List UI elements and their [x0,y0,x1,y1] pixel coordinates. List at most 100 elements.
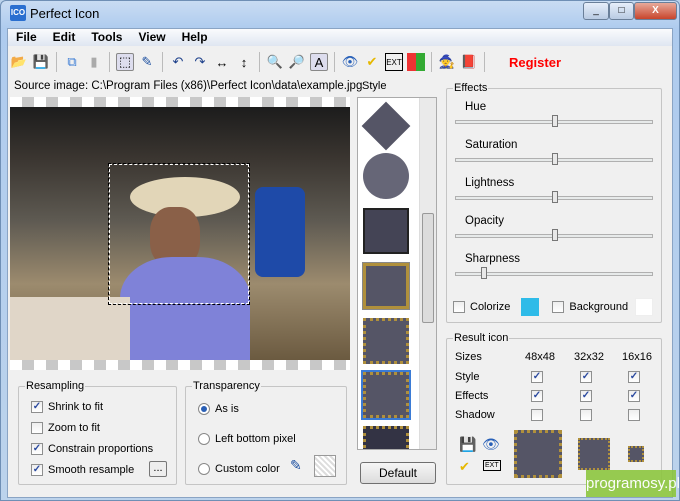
rotate-left-icon[interactable]: ↶ [169,53,187,71]
menu-tools[interactable]: Tools [83,29,130,46]
checkbox-smooth-resample[interactable]: ✓ [31,464,43,476]
slider-label-hue: Hue [465,101,487,113]
size-48x48: 48x48 [525,351,555,363]
shadow-checkbox-16x16[interactable] [628,409,640,421]
zoom-fit-icon[interactable]: A [310,53,328,71]
slider-thumb[interactable] [552,115,558,127]
folder-check-icon[interactable]: ✔ [363,53,381,71]
separator [56,52,57,72]
style-checkbox-32x32[interactable]: ✓ [580,371,592,383]
slider-lightness[interactable] [455,191,653,203]
smooth-resample-options-button[interactable]: ... [149,461,167,477]
preview-eye-icon[interactable]: 👁 [341,53,359,71]
effects-checkbox-32x32[interactable]: ✓ [580,390,592,402]
slider-sharpness[interactable] [455,267,653,279]
menu-edit[interactable]: Edit [45,29,84,46]
separator [162,52,163,72]
separator [484,52,485,72]
style-checkbox-16x16[interactable]: ✓ [628,371,640,383]
checkbox-zoom-to-fit[interactable] [31,422,43,434]
select-rectangle-icon[interactable]: ⬚ [116,53,134,71]
style-checkbox-48x48[interactable]: ✓ [531,371,543,383]
default-button[interactable]: Default [360,462,436,484]
ext-icon[interactable]: EXT [483,460,501,471]
effects-checkbox-48x48[interactable]: ✓ [531,390,543,402]
shadow-checkbox-48x48[interactable] [531,409,543,421]
ext-icon[interactable]: EXT [385,53,403,71]
pen-icon[interactable]: ✎ [138,53,156,71]
style-scrollbar[interactable] [419,98,436,449]
save-result-icon[interactable]: 💾 [459,436,476,453]
background-checkbox[interactable] [552,301,565,313]
slider-saturation[interactable] [455,153,653,165]
menu-view[interactable]: View [130,29,173,46]
radio-left-bottom-pixel[interactable] [198,433,210,445]
radio-label: Left bottom pixel [215,433,296,445]
open-folder-icon[interactable]: 📂 [10,53,28,71]
preview-eye-icon[interactable]: 👁 [482,436,500,453]
radio-dot [201,406,207,412]
custom-color-swatch[interactable] [314,455,336,477]
style-list[interactable] [357,97,437,450]
effects-checkbox-16x16[interactable]: ✓ [628,390,640,402]
transparency-label: Transparency [192,380,261,392]
zoom-out-icon[interactable]: 🔎 [288,53,306,71]
background-color-swatch[interactable] [635,298,653,316]
separator [334,52,335,72]
checker-bottom [10,360,350,370]
effects-label: Effects [453,82,489,94]
checkbox-label: Constrain proportions [48,443,154,455]
result-preview-16 [628,446,644,462]
window-title: Perfect Icon [30,6,100,21]
register-link[interactable]: Register [509,55,561,70]
slider-label-saturation: Saturation [465,139,518,151]
checker-top [10,97,350,107]
zoom-in-icon[interactable]: 🔍 [266,53,284,71]
separator [109,52,110,72]
maximize-button[interactable]: □ [609,2,634,20]
menu-file[interactable]: File [8,29,45,46]
checkbox-label: Zoom to fit [48,422,100,434]
transparency-group: Transparency As is Left bottom pixel Custo… [185,380,347,485]
colorize-color-swatch[interactable] [521,298,540,316]
checkbox-shrink-to-fit[interactable]: ✓ [31,401,43,413]
checkbox-constrain-proportions[interactable]: ✓ [31,443,43,455]
slider-label-opacity: Opacity [465,215,504,227]
crop-selection[interactable] [108,163,250,305]
shadow-checkbox-32x32[interactable] [580,409,592,421]
wizard-icon[interactable]: 🧙 [438,53,456,71]
radio-label: Custom color [215,463,280,475]
save-icon[interactable]: 💾 [32,53,50,71]
radio-as-is[interactable] [198,403,210,415]
windows-icon[interactable] [407,53,425,71]
colorize-checkbox[interactable] [453,301,465,313]
slider-opacity[interactable] [455,229,653,241]
separator [259,52,260,72]
result-row-label: Effects [455,390,489,402]
paste-icon[interactable]: ▮ [85,53,103,71]
slider-thumb[interactable] [480,267,487,279]
background-label: Background [569,301,629,313]
app-icon: ICO [10,5,26,21]
scroll-thumb[interactable] [422,213,434,323]
result-preview-48 [514,430,562,478]
menu-help[interactable]: Help [174,29,216,46]
help-book-icon[interactable]: 📕 [460,53,478,71]
color-picker-icon[interactable]: ✎ [290,457,302,474]
flip-vertical-icon[interactable]: ↕ [235,53,253,71]
copy-icon[interactable]: ⧉ [63,53,81,71]
checkbox-label: Shrink to fit [48,401,104,413]
slider-thumb[interactable] [552,191,558,203]
slider-thumb[interactable] [552,153,558,165]
flip-horizontal-icon[interactable]: ↔ [213,53,231,71]
result-row-label: Style [455,371,480,383]
close-button[interactable]: X [634,2,677,20]
result-row-label: Shadow [455,409,495,421]
slider-hue[interactable] [455,115,653,127]
rotate-right-icon[interactable]: ↷ [191,53,209,71]
separator [431,52,432,72]
minimize-button[interactable]: _ [583,2,609,20]
folder-check-icon[interactable]: ✔ [459,459,470,475]
slider-thumb[interactable] [552,229,558,241]
radio-custom-color[interactable] [198,463,210,475]
